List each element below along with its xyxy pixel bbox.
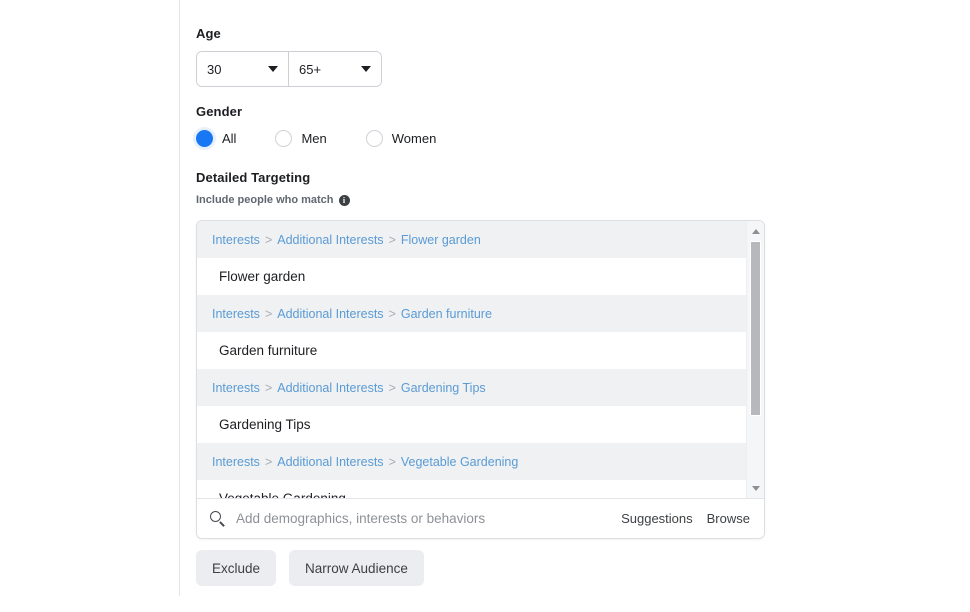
gender-radio-group: All Men Women <box>196 130 436 147</box>
result-breadcrumb[interactable]: Interests > Additional Interests > Garde… <box>197 369 764 406</box>
age-range-control: 30 65+ <box>196 51 382 87</box>
narrow-audience-button[interactable]: Narrow Audience <box>289 550 424 586</box>
breadcrumb-separator: > <box>388 306 396 321</box>
result-item[interactable]: Vegetable Gardening <box>197 480 746 498</box>
breadcrumb-separator: > <box>388 232 396 247</box>
detailed-targeting-sublabel-row: Include people who match i <box>196 194 350 206</box>
search-input[interactable] <box>236 511 608 526</box>
breadcrumb-separator: > <box>264 454 273 469</box>
radio-icon[interactable] <box>275 130 293 147</box>
breadcrumb-part: Interests <box>212 454 260 469</box>
breadcrumb-part: Additional Interests <box>277 454 384 469</box>
breadcrumb-separator: > <box>388 454 396 469</box>
breadcrumb-part: Additional Interests <box>277 232 384 247</box>
targeting-actions: Exclude Narrow Audience <box>196 550 424 586</box>
detailed-targeting-section: Detailed Targeting Include people who ma… <box>196 170 350 206</box>
targeting-combobox: Interests > Additional Interests > Flowe… <box>196 220 765 539</box>
result-breadcrumb[interactable]: Interests > Additional Interests > Veget… <box>197 443 764 480</box>
gender-option-label: All <box>222 131 237 146</box>
age-label: Age <box>196 26 221 41</box>
breadcrumb-part: Garden furniture <box>400 306 492 321</box>
radio-icon[interactable] <box>365 130 383 147</box>
chevron-down-icon <box>361 66 371 72</box>
breadcrumb-part: Additional Interests <box>277 380 384 395</box>
breadcrumb-part: Additional Interests <box>277 306 384 321</box>
result-breadcrumb[interactable]: Interests > Additional Interests > Flowe… <box>197 221 764 258</box>
age-max-value: 65+ <box>299 61 322 77</box>
triangle-up-icon <box>752 228 760 234</box>
breadcrumb-separator: > <box>388 380 396 395</box>
detailed-targeting-sublabel: Include people who match <box>196 194 334 206</box>
search-icon <box>210 510 226 527</box>
scroll-down-button[interactable] <box>747 480 764 496</box>
age-min-select[interactable]: 30 <box>197 52 289 86</box>
breadcrumb-part: Interests <box>212 232 260 247</box>
ad-targeting-panel: Age 30 65+ Gender All Men Women Detailed… <box>0 0 970 612</box>
detailed-targeting-label: Detailed Targeting <box>196 170 311 185</box>
gender-label: Gender <box>196 104 243 119</box>
chevron-down-icon <box>268 66 278 72</box>
exclude-button[interactable]: Exclude <box>196 550 277 586</box>
panel-divider <box>179 0 180 596</box>
breadcrumb-separator: > <box>264 232 273 247</box>
result-item[interactable]: Flower garden <box>197 258 746 295</box>
suggestions-link[interactable]: Suggestions <box>621 511 693 526</box>
results-scrollbar[interactable] <box>746 221 764 498</box>
targeting-results-list: Interests > Additional Interests > Flowe… <box>197 221 764 498</box>
breadcrumb-part: Gardening Tips <box>400 380 486 395</box>
breadcrumb-separator: > <box>264 380 273 395</box>
breadcrumb-part: Vegetable Gardening <box>400 454 519 469</box>
breadcrumb-separator: > <box>264 306 273 321</box>
breadcrumb-part: Flower garden <box>400 232 481 247</box>
scrollbar-thumb[interactable] <box>750 241 761 416</box>
gender-option-all[interactable]: All <box>196 130 236 147</box>
age-max-select[interactable]: 65+ <box>289 52 381 86</box>
gender-option-label: Women <box>391 131 437 146</box>
browse-link[interactable]: Browse <box>707 511 750 526</box>
breadcrumb-part: Interests <box>212 380 260 395</box>
triangle-down-icon <box>752 485 760 491</box>
targeting-search-row: Suggestions Browse <box>197 498 764 538</box>
age-section: Age 30 65+ <box>196 26 382 87</box>
gender-section: Gender All Men Women <box>196 104 436 147</box>
info-icon[interactable]: i <box>338 194 350 206</box>
result-item[interactable]: Garden furniture <box>197 332 746 369</box>
gender-option-label: Men <box>301 131 327 146</box>
age-min-value: 30 <box>207 61 222 77</box>
gender-option-women[interactable]: Women <box>365 130 437 147</box>
result-breadcrumb[interactable]: Interests > Additional Interests > Garde… <box>197 295 764 332</box>
radio-icon-selected[interactable] <box>196 130 213 147</box>
result-item[interactable]: Gardening Tips <box>197 406 746 443</box>
gender-option-men[interactable]: Men <box>275 130 327 147</box>
breadcrumb-part: Interests <box>212 306 260 321</box>
scroll-up-button[interactable] <box>747 223 764 239</box>
